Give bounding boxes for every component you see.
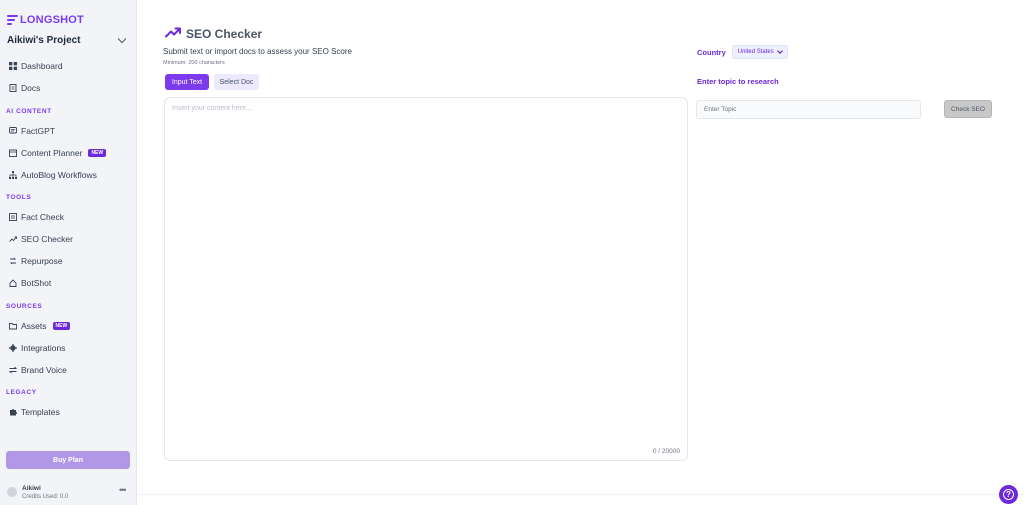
sidebar-item-label: Assets: [21, 321, 47, 331]
new-badge: NEW: [52, 322, 71, 330]
puzzle-icon: [9, 408, 17, 416]
project-switcher[interactable]: Aikiwi's Project: [7, 34, 129, 46]
logo-icon: [7, 15, 18, 25]
sidebar-item-label: Repurpose: [21, 256, 63, 266]
chat-icon: [9, 127, 17, 135]
sidebar-item-seo-checker[interactable]: SEO Checker: [9, 234, 73, 244]
trend-icon: [165, 25, 181, 43]
tab-input-text[interactable]: Input Text: [165, 74, 209, 90]
chevron-down-icon: [776, 48, 783, 54]
help-button[interactable]: ?: [999, 485, 1018, 504]
trend-icon: [9, 235, 17, 243]
sidebar-item-label: FactGPT: [21, 126, 56, 136]
content-editor[interactable]: Insert your content here... 0 / 20000: [164, 97, 688, 461]
country-select[interactable]: United States: [731, 45, 788, 59]
section-sources: SOURCES: [6, 303, 43, 310]
country-label: Country: [697, 47, 726, 57]
sidebar-item-botshot[interactable]: BotShot: [9, 278, 51, 288]
sidebar-item-label: Docs: [21, 83, 41, 93]
question-icon: ?: [1003, 489, 1014, 500]
page-title: SEO Checker: [165, 25, 262, 43]
grid-icon: [9, 62, 17, 70]
sidebar-item-docs[interactable]: Docs: [9, 83, 40, 93]
sidebar-item-repurpose[interactable]: Repurpose: [9, 256, 63, 266]
logo-text: LONGSHOT: [20, 14, 84, 26]
sidebar: LONGSHOT Aikiwi's Project Dashboard Docs…: [0, 0, 137, 505]
country-value: United States: [737, 49, 774, 55]
section-legacy: LEGACY: [6, 389, 37, 396]
editor-placeholder: Insert your content here...: [172, 105, 252, 112]
gear-icon: [9, 344, 17, 352]
swap-icon: [9, 366, 17, 374]
sidebar-item-assets[interactable]: Assets NEW: [9, 321, 71, 331]
sidebar-item-content-planner[interactable]: Content Planner NEW: [9, 148, 107, 158]
buy-plan-button[interactable]: Buy Plan: [6, 451, 130, 469]
avatar: [7, 487, 17, 497]
country-row: Country United States: [697, 45, 788, 59]
character-counter: 0 / 20000: [652, 448, 680, 455]
more-options-icon[interactable]: •••: [119, 485, 127, 495]
sidebar-item-label: SEO Checker: [21, 234, 73, 244]
sidebar-item-templates[interactable]: Templates: [9, 407, 60, 417]
sidebar-item-label: AutoBlog Workflows: [21, 170, 97, 180]
tab-select-doc[interactable]: Select Doc: [214, 74, 259, 90]
page-subtitle: Submit text or import docs to assess you…: [163, 47, 352, 56]
sidebar-item-autoblog-workflows[interactable]: AutoBlog Workflows: [9, 170, 97, 180]
divider: [137, 494, 1024, 495]
sidebar-item-label: Brand Voice: [21, 365, 67, 375]
sidebar-item-label: BotShot: [21, 278, 52, 288]
project-name: Aikiwi's Project: [7, 35, 81, 46]
sidebar-item-integrations[interactable]: Integrations: [9, 343, 65, 353]
calendar-icon: [9, 149, 17, 157]
topic-input[interactable]: Enter Topic: [696, 100, 921, 119]
new-badge: NEW: [88, 149, 107, 157]
bot-icon: [9, 279, 17, 287]
folder-icon: [9, 322, 17, 330]
chevron-down-icon: [117, 34, 127, 44]
sidebar-item-label: Fact Check: [21, 212, 64, 222]
sidebar-item-dashboard[interactable]: Dashboard: [9, 61, 63, 71]
logo[interactable]: LONGSHOT: [7, 14, 84, 26]
sidebar-item-label: Dashboard: [21, 61, 63, 71]
page-title-text: SEO Checker: [186, 27, 263, 41]
user-name: Aikiwi: [22, 485, 41, 492]
sidebar-item-label: Content Planner: [21, 148, 83, 158]
main-content: SEO Checker Submit text or import docs t…: [137, 0, 1024, 505]
credits-used: Credits Used: 0.0: [22, 494, 69, 500]
sidebar-item-label: Integrations: [21, 343, 66, 353]
document-icon: [9, 84, 17, 92]
repurpose-icon: [9, 257, 17, 265]
section-ai-content: AI CONTENT: [6, 108, 52, 115]
check-seo-button[interactable]: Check SEO: [944, 100, 992, 118]
sidebar-item-factgpt[interactable]: FactGPT: [9, 126, 55, 136]
min-characters-note: Minimum: 200 characters: [163, 60, 225, 66]
section-tools: TOOLS: [6, 194, 32, 201]
sidebar-item-label: Templates: [21, 407, 60, 417]
topic-label: Enter topic to research: [697, 77, 779, 86]
sidebar-item-brand-voice[interactable]: Brand Voice: [9, 365, 67, 375]
sidebar-item-fact-check[interactable]: Fact Check: [9, 212, 64, 222]
checklist-icon: [9, 213, 17, 221]
workflow-icon: [9, 171, 17, 179]
